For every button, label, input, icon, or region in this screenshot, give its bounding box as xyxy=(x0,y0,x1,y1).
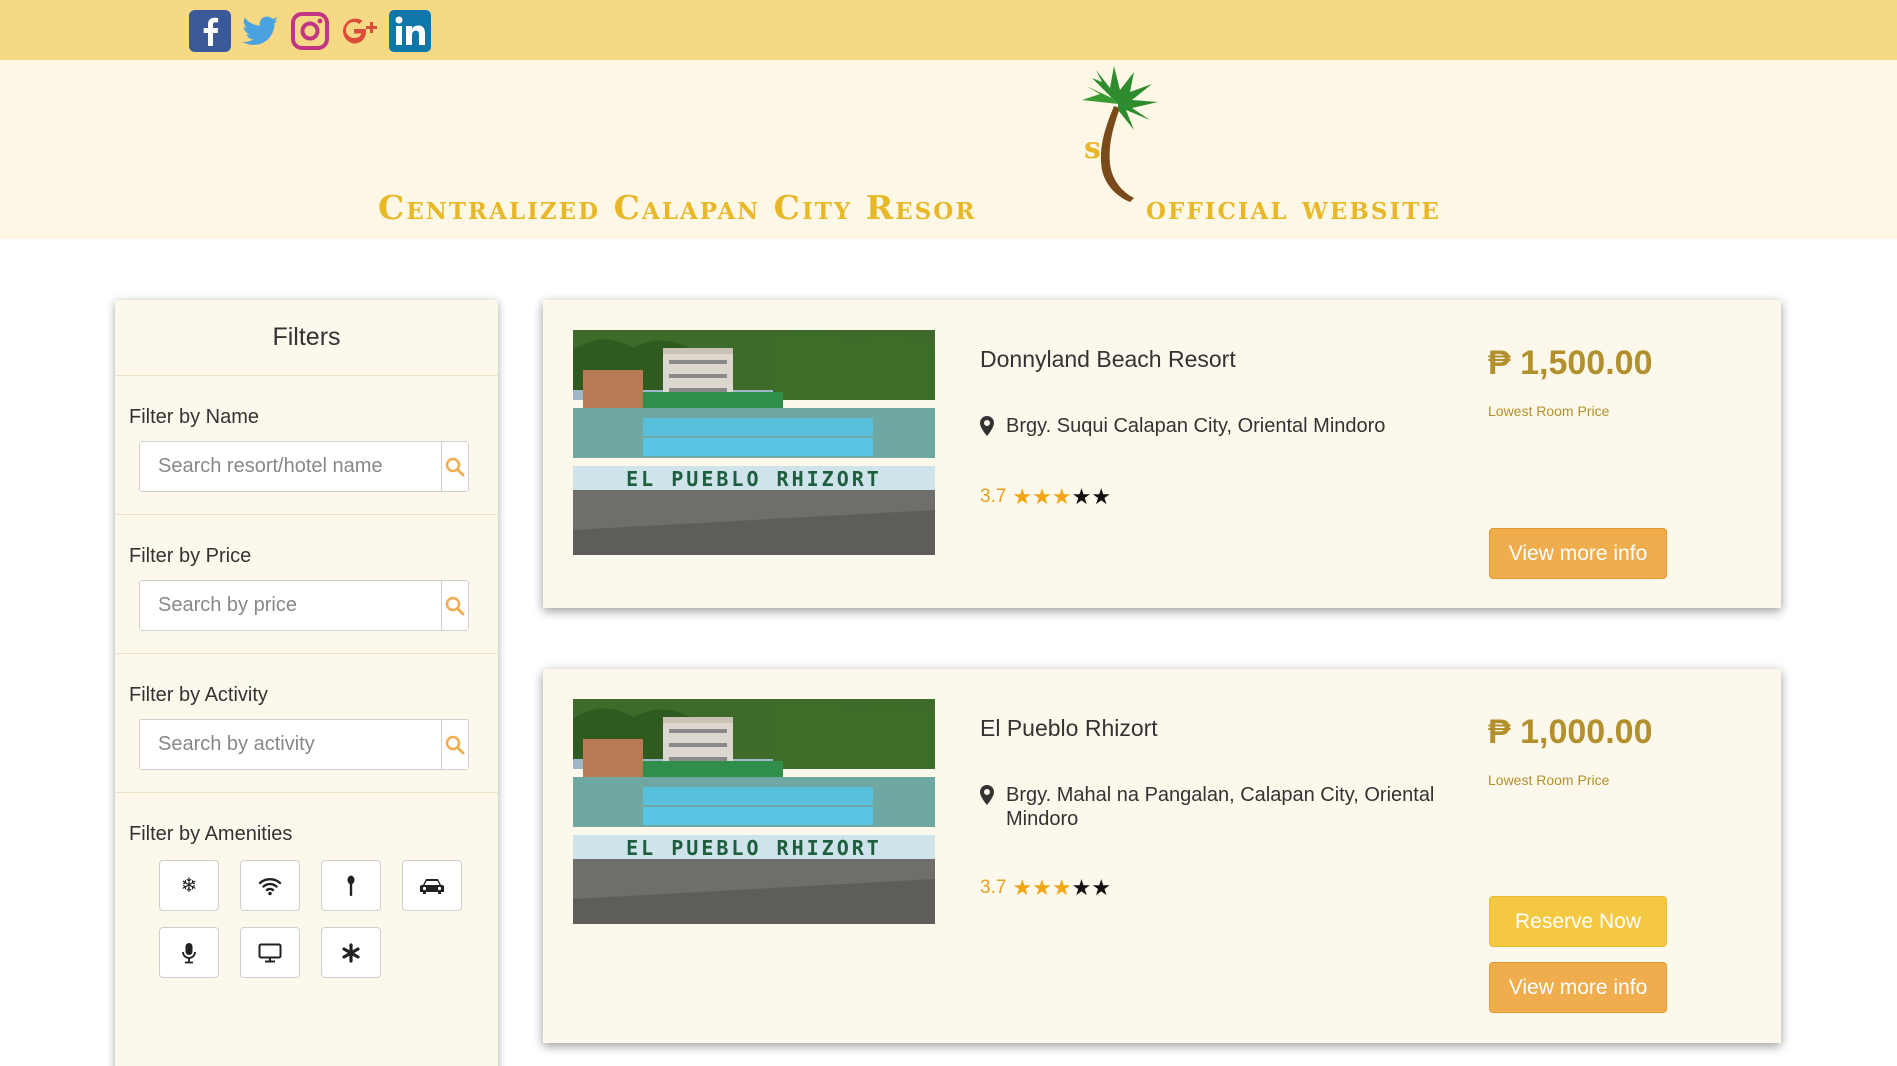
map-marker-icon xyxy=(980,785,994,805)
car-icon xyxy=(420,878,444,894)
resort-photo: EL PUEBLO RHIZORT xyxy=(573,699,935,924)
site-title-left: Centralized Calapan City Resor xyxy=(378,188,977,227)
google-plus-icon[interactable] xyxy=(339,10,381,52)
star-icon: ★ xyxy=(1071,875,1092,900)
amenity-parking-button[interactable] xyxy=(402,860,462,911)
filters-title: Filters xyxy=(115,300,498,376)
view-more-info-button[interactable]: View more info xyxy=(1489,528,1667,579)
filter-name-section: Filter by Name xyxy=(115,376,498,515)
instagram-icon[interactable] xyxy=(289,10,331,52)
activity-search-button[interactable] xyxy=(442,720,468,769)
rating: 3.7 ★ ★ ★ ★ ★ xyxy=(980,486,1111,508)
palm-tree-logo-icon: s xyxy=(1082,66,1158,202)
microphone-icon xyxy=(182,942,196,963)
view-more-info-button[interactable]: View more info xyxy=(1489,962,1667,1013)
search-icon xyxy=(445,596,465,615)
filters-sidebar: Filters Filter by Name Filter by Price F… xyxy=(115,300,498,1066)
lowest-price-note: Lowest Room Price xyxy=(1488,772,1610,788)
lowest-price: ₱ 1,000.00 xyxy=(1488,713,1653,751)
star-icon: ★ xyxy=(1032,484,1052,509)
name-search-input[interactable] xyxy=(140,442,442,491)
activity-search-input[interactable] xyxy=(140,720,442,769)
wifi-icon xyxy=(258,877,282,895)
lowest-price-note: Lowest Room Price xyxy=(1488,403,1610,419)
filter-amenities-section: Filter by Amenities ❄ xyxy=(115,793,498,1000)
amenity-tv-button[interactable] xyxy=(240,927,300,978)
rating-value: 3.7 xyxy=(980,877,1007,898)
price-search-button[interactable] xyxy=(442,581,468,630)
resort-address-text: Brgy. Suqui Calapan City, Oriental Mindo… xyxy=(1006,415,1386,437)
resort-address-text: Brgy. Mahal na Pangalan, Calapan City, O… xyxy=(1006,784,1435,830)
search-icon xyxy=(445,735,465,754)
photo-sign-text: EL PUEBLO RHIZORT xyxy=(626,836,882,860)
amenity-aircon-button[interactable]: ❄ xyxy=(159,860,219,911)
top-bar xyxy=(0,0,1897,60)
price-search-group xyxy=(139,580,469,631)
amenity-torch-button[interactable] xyxy=(321,860,381,911)
photo-sign-text: EL PUEBLO RHIZORT xyxy=(626,467,882,491)
lowest-price: ₱ 1,500.00 xyxy=(1488,344,1653,382)
search-icon xyxy=(445,457,465,476)
asterisk-icon xyxy=(342,942,360,963)
resort-name[interactable]: Donnyland Beach Resort xyxy=(980,346,1236,373)
filter-price-section: Filter by Price xyxy=(115,515,498,654)
star-icon: ★ xyxy=(1032,875,1052,900)
listing-card: EL PUEBLO RHIZORT Donnyland Beach Resort… xyxy=(543,300,1781,608)
star-icon: ★ xyxy=(1091,875,1112,900)
filter-activity-section: Filter by Activity xyxy=(115,654,498,793)
filter-activity-label: Filter by Activity xyxy=(129,684,268,706)
name-search-button[interactable] xyxy=(442,442,468,491)
star-icon: ★ xyxy=(1071,484,1092,509)
filter-amenities-label: Filter by Amenities xyxy=(129,823,293,845)
filter-name-label: Filter by Name xyxy=(129,406,260,428)
star-icon: ★ xyxy=(1012,875,1033,900)
price-search-input[interactable] xyxy=(140,581,442,630)
rating-value: 3.7 xyxy=(980,486,1007,507)
name-search-group xyxy=(139,441,469,492)
star-icon: ★ xyxy=(1051,484,1072,509)
amenity-karaoke-button[interactable] xyxy=(159,927,219,978)
listing-card: EL PUEBLO RHIZORT El Pueblo Rhizort Brgy… xyxy=(543,669,1781,1043)
star-icon: ★ xyxy=(1091,484,1112,509)
svg-text:s: s xyxy=(1084,131,1101,166)
rating: 3.7 ★ ★ ★ ★ ★ xyxy=(980,877,1111,899)
resort-address: Brgy. Mahal na Pangalan, Calapan City, O… xyxy=(980,783,1440,831)
resort-address: Brgy. Suqui Calapan City, Oriental Mindo… xyxy=(980,414,1440,438)
site-title-right: official website xyxy=(1146,188,1441,227)
reserve-now-button[interactable]: Reserve Now xyxy=(1489,896,1667,947)
amenity-wifi-button[interactable] xyxy=(240,860,300,911)
filter-price-label: Filter by Price xyxy=(129,545,252,567)
resort-photo: EL PUEBLO RHIZORT xyxy=(573,330,935,555)
resort-name[interactable]: El Pueblo Rhizort xyxy=(980,715,1158,742)
social-links xyxy=(189,10,431,52)
site-banner: Centralized Calapan City Resor official … xyxy=(0,60,1897,239)
map-marker-icon xyxy=(980,416,994,436)
twitter-icon[interactable] xyxy=(239,10,281,52)
star-icon: ★ xyxy=(1051,875,1072,900)
star-icon: ★ xyxy=(1012,484,1033,509)
tv-icon xyxy=(258,943,282,962)
amenities-grid: ❄ xyxy=(129,858,484,978)
torch-icon xyxy=(347,875,355,896)
facebook-icon[interactable] xyxy=(189,10,231,52)
amenity-other-button[interactable] xyxy=(321,927,381,978)
activity-search-group xyxy=(139,719,469,770)
linkedin-icon[interactable] xyxy=(389,10,431,52)
snowflake-icon: ❄ xyxy=(180,875,198,897)
